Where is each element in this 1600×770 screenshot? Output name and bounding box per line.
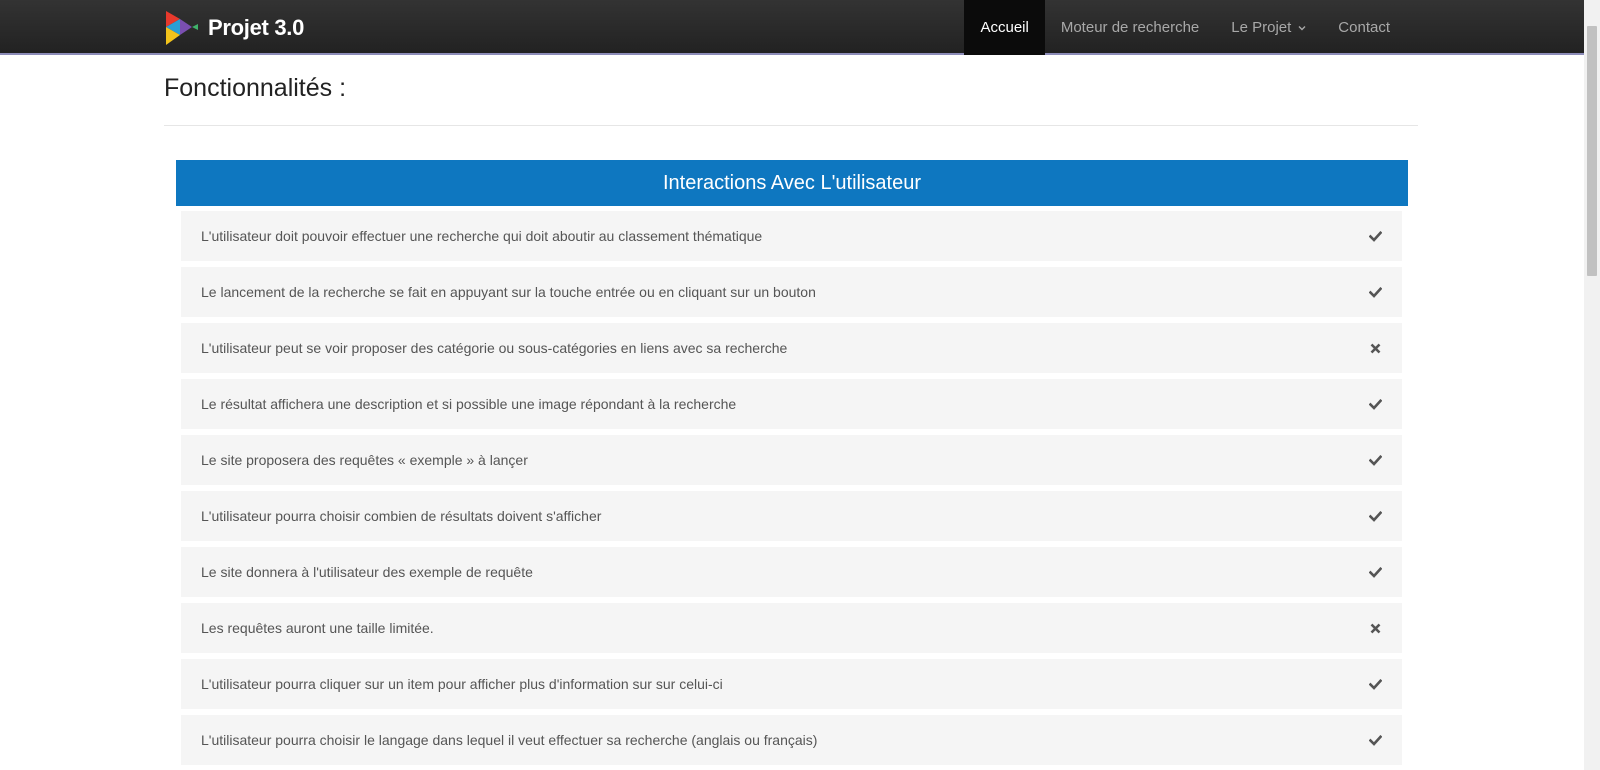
check-icon (1368, 453, 1382, 467)
check-icon (1368, 509, 1382, 523)
list-item: L'utilisateur peut se voir proposer des … (181, 323, 1402, 373)
page-title: Fonctionnalités : (164, 74, 347, 102)
list-item: L'utilisateur pourra choisir le langage … (181, 715, 1402, 765)
scrollbar-thumb[interactable] (1587, 26, 1597, 276)
check-icon (1368, 229, 1382, 243)
feature-text: L'utilisateur pourra choisir le langage … (201, 732, 818, 748)
feature-text: L'utilisateur pourra choisir combien de … (201, 508, 602, 524)
chevron-down-icon (1298, 25, 1306, 30)
logo-icon (164, 9, 200, 47)
brand[interactable]: Projet 3.0 (164, 8, 304, 48)
close-icon (1368, 341, 1382, 355)
vertical-scrollbar[interactable] (1584, 0, 1600, 770)
main-nav: Accueil Moteur de recherche Le Projet Co… (964, 0, 1406, 55)
close-icon (1368, 621, 1382, 635)
list-item: Les requêtes auront une taille limitée. (181, 603, 1402, 653)
panel-title: Interactions Avec L'utilisateur (662, 171, 922, 194)
list-item: Le résultat affichera une description et… (181, 379, 1402, 429)
list-item: Le site proposera des requêtes « exemple… (181, 435, 1402, 485)
feature-text: Le résultat affichera une description et… (201, 396, 737, 412)
nav-label: Accueil (980, 19, 1029, 36)
check-icon (1368, 677, 1382, 691)
check-icon (1368, 565, 1382, 579)
list-item: Le lancement de la recherche se fait en … (181, 267, 1402, 317)
feature-list: L'utilisateur doit pouvoir effectuer une… (181, 211, 1402, 770)
nav-label: Contact (1338, 19, 1390, 36)
feature-text: Le lancement de la recherche se fait en … (201, 284, 816, 300)
nav-moteur-de-recherche[interactable]: Moteur de recherche (1045, 0, 1215, 55)
feature-text: L'utilisateur peut se voir proposer des … (201, 340, 788, 356)
check-icon (1368, 285, 1382, 299)
nav-label: Le Projet (1231, 19, 1292, 36)
nav-accueil[interactable]: Accueil (964, 0, 1045, 55)
nav-le-projet-dropdown[interactable]: Le Projet (1215, 0, 1322, 55)
check-icon (1368, 397, 1382, 411)
brand-name: Projet 3.0 (208, 15, 305, 40)
list-item: L'utilisateur doit pouvoir effectuer une… (181, 211, 1402, 261)
panel-header: Interactions Avec L'utilisateur (176, 160, 1408, 206)
list-item: Le site donnera à l'utilisateur des exem… (181, 547, 1402, 597)
nav-contact[interactable]: Contact (1322, 0, 1406, 55)
list-item: L'utilisateur pourra cliquer sur un item… (181, 659, 1402, 709)
nav-label: Moteur de recherche (1060, 19, 1200, 36)
divider (164, 125, 1418, 126)
check-icon (1368, 733, 1382, 747)
feature-text: Les requêtes auront une taille limitée. (201, 620, 434, 636)
feature-text: Le site proposera des requêtes « exemple… (201, 452, 528, 468)
feature-text: Le site donnera à l'utilisateur des exem… (201, 564, 533, 580)
feature-text: L'utilisateur pourra cliquer sur un item… (201, 676, 723, 692)
feature-text: L'utilisateur doit pouvoir effectuer une… (201, 228, 763, 244)
top-navbar: Projet 3.0 Accueil Moteur de recherche L… (0, 0, 1584, 55)
list-item: L'utilisateur pourra choisir combien de … (181, 491, 1402, 541)
